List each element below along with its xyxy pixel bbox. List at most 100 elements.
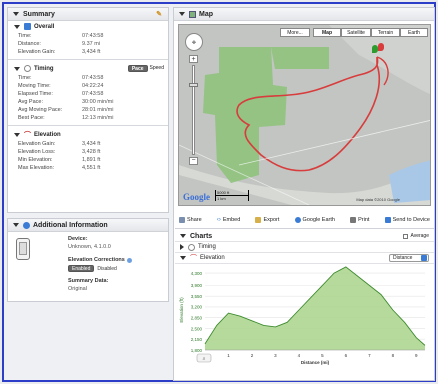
collapse-triangle-icon[interactable]	[13, 12, 19, 16]
zoom-in-button[interactable]: +	[189, 55, 198, 63]
device-phone-icon	[16, 238, 30, 260]
stat-row: Elevation Loss: 3,428 ft	[8, 148, 168, 156]
stat-label: Time:	[18, 75, 32, 81]
collapse-triangle-icon[interactable]	[14, 24, 20, 29]
y-tick-label: 3,900	[191, 283, 203, 288]
map-type-terrain[interactable]: Terrain	[371, 28, 400, 37]
disabled-button[interactable]: Disabled	[97, 266, 116, 272]
help-icon[interactable]	[126, 257, 132, 263]
export-button[interactable]: Export	[255, 216, 280, 223]
stat-label: Avg Moving Pace:	[18, 107, 63, 113]
divider	[8, 125, 168, 126]
stat-row: Avg Pace: 30:00 min/mi	[8, 98, 168, 106]
stat-label: Elapsed Time:	[18, 91, 53, 97]
export-label: Export	[263, 216, 280, 223]
device-label: Device:	[68, 236, 88, 242]
x-tick-label: 7	[368, 353, 371, 358]
elevation-chart: 1,800 2,150 2,500 2,850 3,200 3,550 3,900 4,300…	[175, 264, 434, 376]
zoom-out-button[interactable]: −	[189, 157, 198, 165]
share-icon	[179, 216, 185, 223]
elevation-header[interactable]: ⌒ Elevation	[8, 129, 168, 140]
send-to-device-label: Send to Device	[392, 216, 430, 223]
stat-row: Avg Moving Pace: 28:01 min/mi	[8, 106, 168, 114]
collapse-triangle-icon[interactable]	[180, 256, 186, 260]
x-tick-label: 1	[227, 353, 230, 358]
stat-row: Best Pace: 12:13 min/mi	[8, 114, 168, 122]
map-type-map[interactable]: Map	[313, 28, 341, 37]
map-copyright: Map data ©2010 Google	[356, 197, 400, 202]
y-tick-label: 3,550	[191, 294, 203, 299]
collapse-triangle-icon[interactable]	[14, 132, 20, 137]
edit-pencil-icon[interactable]: ✎	[156, 10, 162, 18]
y-tick-label: 2,850	[191, 315, 203, 320]
embed-button[interactable]: ‹› Embed	[217, 217, 240, 223]
pace-speed-toggle: Pace Speed	[127, 65, 164, 72]
expand-triangle-icon[interactable]	[180, 244, 184, 250]
end-marker-icon[interactable]	[378, 43, 384, 51]
summary-data-label: Summary Data:	[68, 278, 109, 284]
stat-row: Elevation Gain: 3,434 ft	[8, 140, 168, 148]
timing-chart-header[interactable]: Timing	[175, 242, 434, 253]
stat-row: Time: 07:43:58	[8, 32, 168, 40]
x-tick-label: 4	[298, 353, 301, 358]
share-label: Share	[187, 216, 202, 223]
zoom-slider-handle[interactable]	[189, 83, 198, 87]
x-tick-label: 8	[392, 353, 395, 358]
charts-header[interactable]: Charts Average	[175, 231, 434, 242]
google-earth-button[interactable]: Google Earth	[294, 216, 335, 223]
xaxis-select-value: Distance	[393, 255, 413, 261]
send-to-device-button[interactable]: Send to Device	[384, 216, 430, 223]
app-frame: Summary ✎ Overall Time: 07:43:58 Distance…	[2, 2, 436, 382]
timing-rows: Time: 07:43:58 Moving Time: 04:22:24 Elaps…	[8, 74, 168, 122]
map-type-satellite[interactable]: Satellite	[341, 28, 371, 37]
collapse-triangle-icon[interactable]	[13, 223, 19, 227]
elevation-profile-icon: ⌒	[190, 255, 197, 262]
speed-toggle-button[interactable]: Speed	[150, 65, 164, 72]
xaxis-select[interactable]: Distance	[389, 254, 429, 262]
corrections-row: Elevation Corrections	[68, 257, 135, 263]
map-type-earth[interactable]: Earth	[400, 28, 428, 37]
stat-value: 07:43:58	[82, 33, 104, 39]
pace-toggle-button[interactable]: Pace	[127, 65, 148, 72]
pan-control[interactable]: ✥	[185, 33, 203, 51]
collapse-triangle-icon[interactable]	[14, 66, 20, 71]
stat-label: Avg Pace:	[18, 99, 43, 105]
map-more-button[interactable]: More...	[280, 28, 310, 37]
stat-value: 4,551 ft	[82, 165, 101, 171]
overall-header[interactable]: Overall	[8, 21, 168, 32]
globe-icon	[294, 216, 301, 223]
y-tick-label: 2,500	[191, 326, 203, 331]
enabled-button[interactable]: Enabled	[68, 265, 95, 272]
additional-info-header[interactable]: Additional Information	[8, 219, 168, 232]
average-label: Average	[410, 233, 429, 239]
map-header[interactable]: Map	[174, 8, 434, 21]
share-button[interactable]: Share	[179, 216, 202, 223]
collapse-triangle-icon[interactable]	[179, 12, 185, 16]
stat-label: Min Elevation:	[18, 157, 53, 163]
additional-info-title: Additional Information	[33, 221, 108, 229]
x-tick-label: 6	[345, 353, 348, 358]
stat-row: Min Elevation: 1,891 ft	[8, 156, 168, 164]
action-toolbar: Share ‹› Embed Export Google Earth Print …	[175, 211, 434, 229]
elevation-chart-header[interactable]: ⌒ Elevation Distance	[175, 253, 434, 264]
collapse-triangle-icon[interactable]	[180, 234, 186, 238]
additional-info-panel: Additional Information Device: Unknown, …	[7, 218, 169, 302]
map-view[interactable]: ✥ + − More... Map Satellite Terrain Eart…	[178, 24, 431, 206]
average-checkbox[interactable]	[403, 233, 409, 239]
stat-value: 3,428 ft	[82, 149, 101, 155]
google-earth-label: Google Earth	[302, 216, 335, 223]
charts-section: Charts Average Timing ⌒ Elevation Distan…	[175, 231, 434, 376]
summary-header[interactable]: Summary ✎	[8, 8, 168, 21]
map-icon	[189, 10, 196, 18]
timing-header[interactable]: Timing Pace Speed	[8, 63, 168, 74]
stat-value: 07:43:58	[82, 91, 104, 97]
map-scale: 5000 ft 1 km	[215, 190, 249, 201]
zoom-slider[interactable]	[192, 65, 195, 155]
print-button[interactable]: Print	[350, 216, 369, 223]
map-canvas	[179, 25, 430, 205]
device-send-icon	[384, 216, 391, 223]
elevation-chart-title: Elevation	[200, 255, 225, 261]
elevation-profile-icon: ⌒	[24, 131, 31, 139]
elevation-title: Elevation	[34, 131, 61, 138]
embed-icon: ‹›	[216, 216, 221, 223]
